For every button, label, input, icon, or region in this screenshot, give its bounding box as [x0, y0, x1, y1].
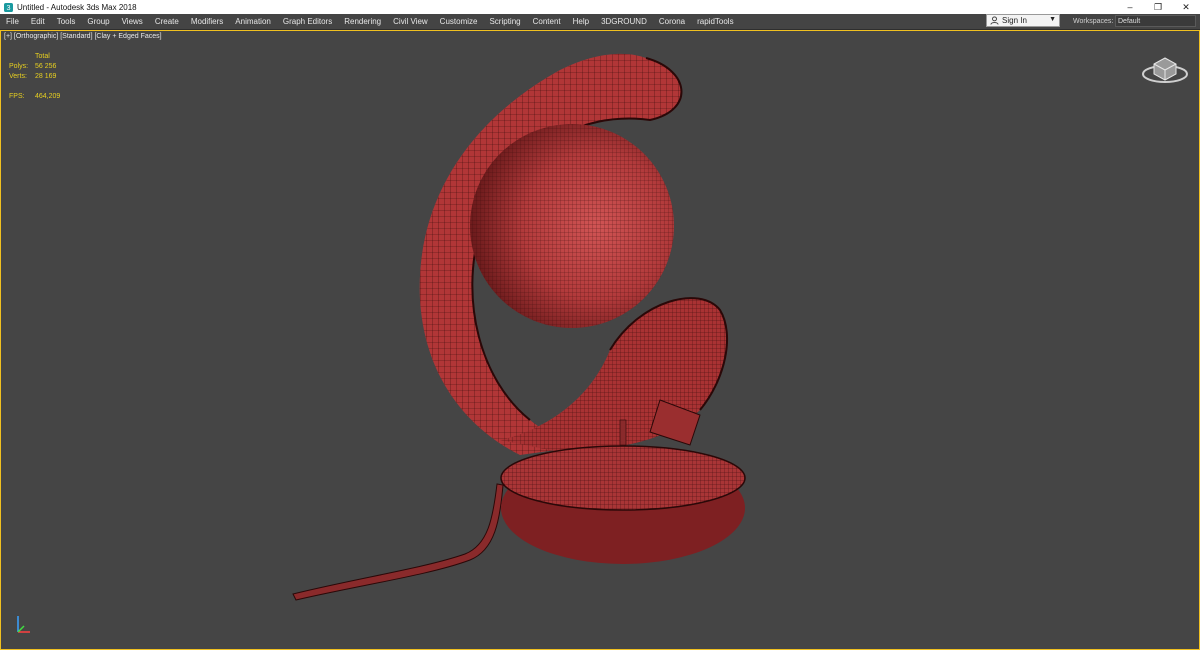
- menu-views[interactable]: Views: [116, 14, 149, 29]
- scene-canvas[interactable]: [0, 30, 1200, 650]
- verts-value: 28 169: [35, 73, 57, 80]
- svg-text:3: 3: [7, 3, 11, 12]
- menu-file[interactable]: File: [0, 14, 25, 29]
- fps-label: FPS:: [9, 93, 25, 100]
- user-icon: [990, 16, 999, 25]
- restore-button[interactable]: ❐: [1144, 0, 1172, 14]
- viewport-statistics: Total Polys: 56 256 Verts: 28 169 FPS: 464,…: [9, 52, 60, 102]
- 3dsmax-app-icon: 3: [4, 2, 13, 12]
- fps-value: 464,209: [35, 93, 61, 100]
- menu-edit[interactable]: Edit: [25, 14, 51, 29]
- lamp-cable: [292, 483, 504, 601]
- menu-corona[interactable]: Corona: [653, 14, 691, 29]
- sign-in-label: Sign In: [1002, 16, 1027, 25]
- title-bar: 3 Untitled - Autodesk 3ds Max 2018 – ❐ ✕: [0, 0, 1200, 14]
- window-controls: – ❐ ✕: [1116, 0, 1200, 14]
- menu-civil-view[interactable]: Civil View: [387, 14, 434, 29]
- menu-animation[interactable]: Animation: [229, 14, 277, 29]
- menu-create[interactable]: Create: [149, 14, 185, 29]
- viewcube-icon[interactable]: [1140, 52, 1190, 86]
- verts-label: Verts:: [9, 73, 27, 80]
- workspaces-select[interactable]: Default: [1115, 15, 1196, 27]
- menu-3dground[interactable]: 3DGROUND: [595, 14, 653, 29]
- menu-modifiers[interactable]: Modifiers: [185, 14, 229, 29]
- menu-scripting[interactable]: Scripting: [483, 14, 526, 29]
- stats-header: Total: [35, 53, 50, 60]
- close-button[interactable]: ✕: [1172, 0, 1200, 14]
- chevron-down-icon: ▼: [1049, 16, 1056, 23]
- workspaces-label: Workspaces:: [1073, 18, 1114, 25]
- minimize-button[interactable]: –: [1116, 0, 1144, 14]
- menu-help[interactable]: Help: [567, 14, 595, 29]
- menu-tools[interactable]: Tools: [51, 14, 82, 29]
- window-title: Untitled - Autodesk 3ds Max 2018: [17, 2, 137, 12]
- menu-graph-editors[interactable]: Graph Editors: [277, 14, 338, 29]
- lamp-sphere-mesh: [470, 124, 674, 328]
- sign-in-dropdown[interactable]: Sign In ▼: [986, 14, 1060, 27]
- menu-group[interactable]: Group: [81, 14, 115, 29]
- menu-rendering[interactable]: Rendering: [338, 14, 387, 29]
- menu-customize[interactable]: Customize: [434, 14, 484, 29]
- lamp-stem: [619, 419, 627, 446]
- axis-tripod-icon: [17, 616, 30, 633]
- polys-value: 56 256: [35, 63, 57, 70]
- viewport-label[interactable]: [+] [Orthographic] [Standard] [Clay + Ed…: [4, 33, 162, 40]
- menu-content[interactable]: Content: [527, 14, 567, 29]
- menu-rapidtools[interactable]: rapidTools: [691, 14, 739, 29]
- polys-label: Polys:: [9, 63, 29, 70]
